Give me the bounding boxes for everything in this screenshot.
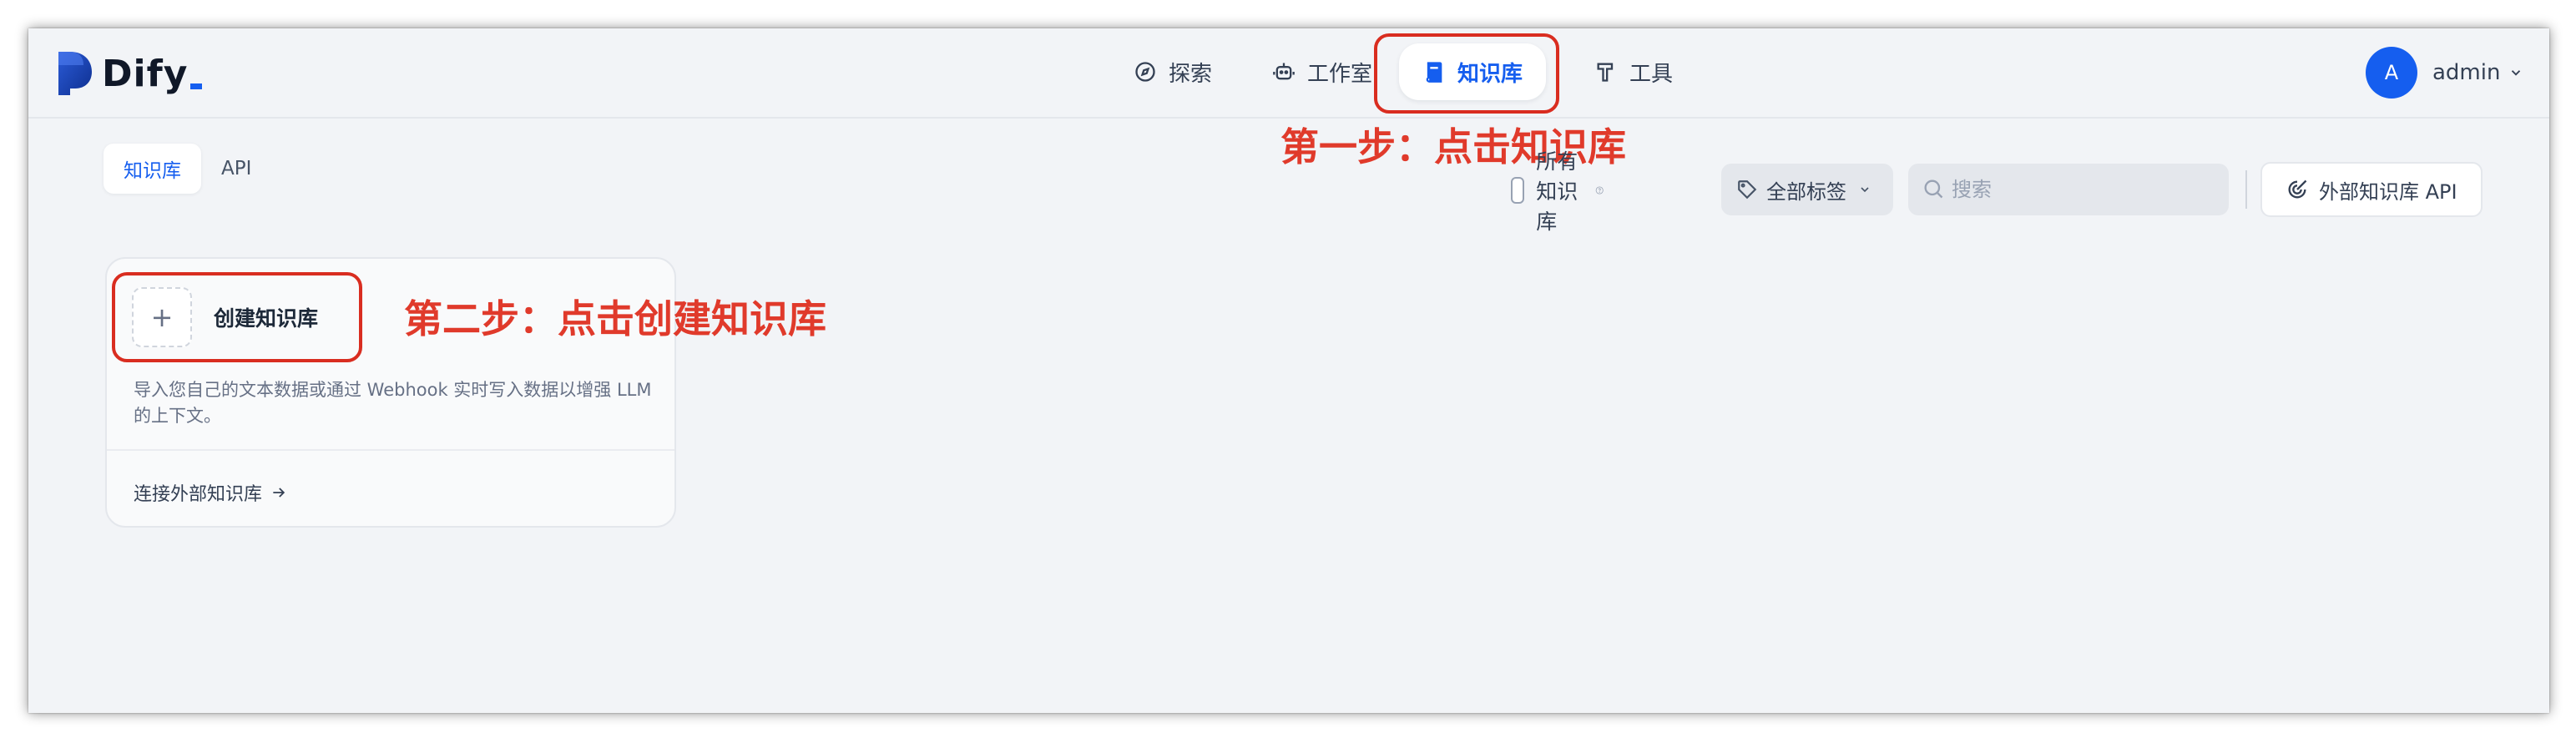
search-input[interactable]: [1908, 164, 2229, 215]
card-divider: [107, 449, 674, 451]
step1-highlight: [1374, 33, 1559, 114]
logo-text: Dify: [102, 52, 189, 95]
nav-explore[interactable]: 探索: [1110, 43, 1235, 100]
all-knowledge-checkbox[interactable]: [1511, 177, 1525, 204]
chevron-down-icon: [1861, 187, 1869, 193]
api-connection-icon: [2288, 179, 2307, 199]
step2-annotation: 第二步：点击创建知识库: [404, 296, 826, 341]
tab-knowledge[interactable]: 知识库: [104, 144, 201, 194]
toolbar-divider: [2245, 170, 2247, 209]
connect-external-link[interactable]: 连接外部知识库: [134, 479, 287, 506]
top-header: Dify 探索 工作室 知识库 工具 A admin: [28, 28, 2549, 119]
external-knowledge-api-button[interactable]: 外部知识库 API: [2260, 162, 2483, 217]
all-knowledge-toggle[interactable]: 所有知识库: [1511, 149, 1604, 234]
nav-tools-label: 工具: [1629, 61, 1674, 87]
hammer-icon: [1597, 63, 1614, 82]
help-icon[interactable]: [1595, 180, 1604, 200]
knowledge-tabs: 知识库 API: [104, 144, 271, 194]
dify-logo[interactable]: Dify: [55, 50, 203, 97]
tag-icon: [1738, 180, 1757, 200]
logo-underscore: [190, 83, 203, 89]
arrow-right-icon: [273, 488, 285, 498]
nav-tools[interactable]: 工具: [1571, 43, 1696, 100]
connect-external-label: 连接外部知识库: [134, 484, 263, 505]
tag-filter-dropdown[interactable]: 全部标签: [1721, 164, 1893, 215]
nav-explore-label: 探索: [1169, 61, 1213, 87]
create-knowledge-description: 导入您自己的文本数据或通过 Webhook 实时写入数据以增强 LLM 的上下文…: [134, 380, 652, 426]
app-window: Dify 探索 工作室 知识库 工具 A admin 第一步：点击知识库 知识库…: [28, 28, 2549, 713]
compass-icon: [1135, 62, 1155, 82]
tag-filter-label: 全部标签: [1766, 179, 1846, 204]
chevron-down-icon: [2512, 70, 2521, 76]
robot-icon: [1273, 63, 1295, 80]
nav-studio-label: 工作室: [1307, 61, 1373, 87]
search-icon: [1924, 179, 1943, 199]
external-api-label: 外部知识库 API: [2319, 179, 2457, 204]
all-knowledge-label: 所有知识库: [1536, 149, 1578, 234]
dify-logo-mark: [58, 52, 92, 95]
tab-api[interactable]: API: [201, 144, 271, 194]
avatar: A: [2366, 47, 2417, 99]
user-menu[interactable]: A admin: [2366, 45, 2523, 100]
step2-highlight: [112, 272, 362, 362]
username: admin: [2432, 60, 2501, 85]
